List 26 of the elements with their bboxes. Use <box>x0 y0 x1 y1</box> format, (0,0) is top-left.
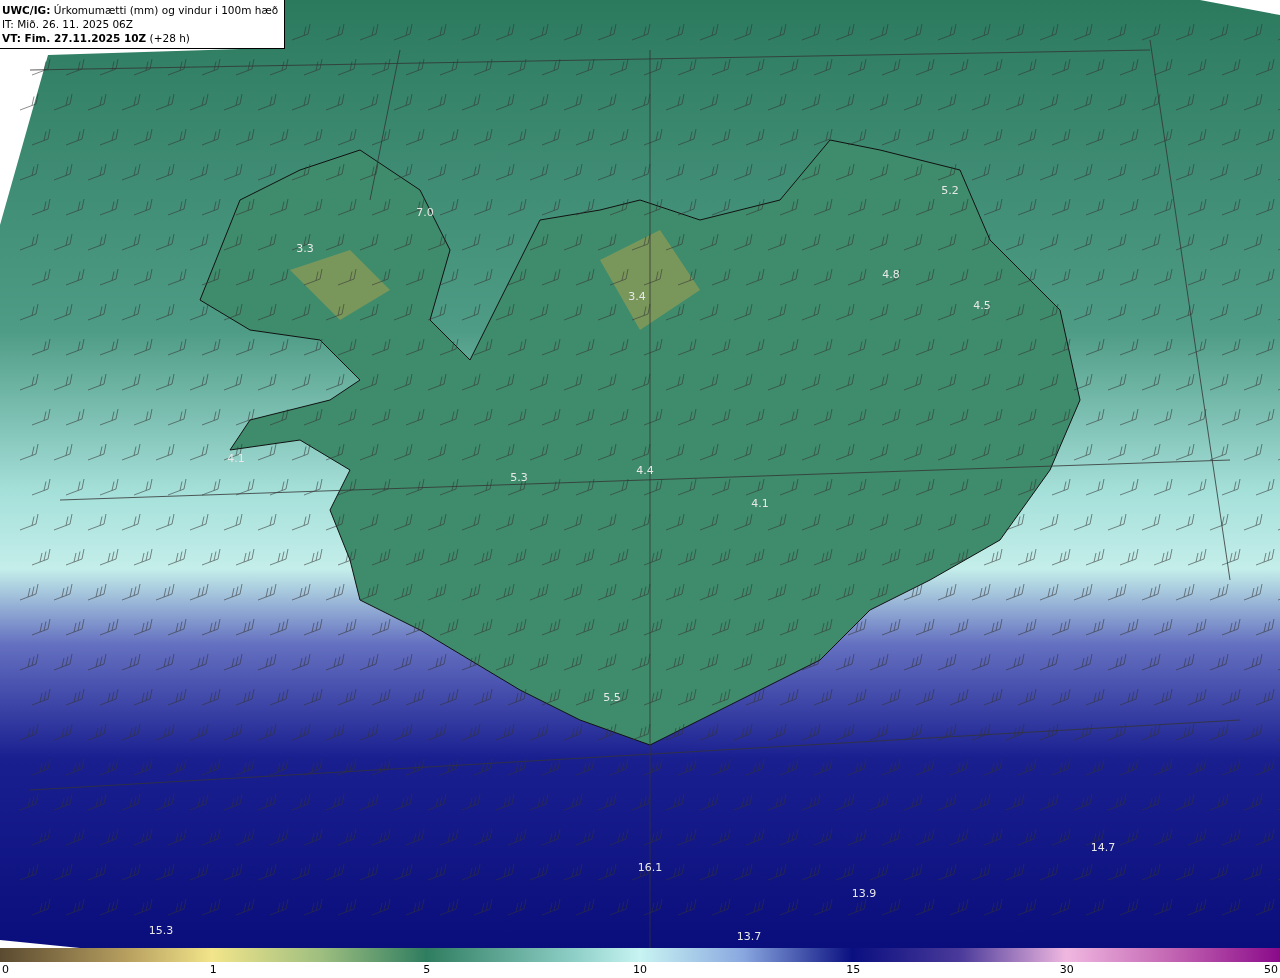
valid-time: VT: Fim. 27.11.2025 10Z (+28 h) <box>2 32 191 45</box>
map-value: 16.1 <box>637 860 663 874</box>
map-value: 3.3 <box>296 241 314 255</box>
scale-tick-label: 0 <box>2 963 9 976</box>
map-value: 4.1 <box>227 451 245 465</box>
map-value: 4.5 <box>973 298 991 312</box>
map-value: 5.2 <box>941 183 959 197</box>
map-value: 4.8 <box>882 267 900 281</box>
map-value: 4.4 <box>636 463 654 477</box>
map-value: 14.7 <box>1090 840 1116 854</box>
map-value: 5.3 <box>510 470 528 484</box>
scale-tick-label: 10 <box>633 963 647 976</box>
scale-tick-label: 50 <box>1264 963 1278 976</box>
scale-tick-label: 15 <box>846 963 861 976</box>
map-value: 3.4 <box>628 289 646 303</box>
map-value: 13.7 <box>736 929 762 943</box>
init-time: IT: Mið. 26. 11. 2025 06Z <box>2 18 134 31</box>
map-value: 4.1 <box>751 496 769 510</box>
map-value: 13.9 <box>851 886 877 900</box>
map-value: 7.0 <box>416 205 434 219</box>
map-value: 15.3 <box>148 923 174 937</box>
scale-tick-label: 1 <box>209 963 217 976</box>
map-title: UWC/IG: Úrkomumætti (mm) og vindur i 100m hæð <box>2 4 279 17</box>
map-value: 5.5 <box>603 690 621 704</box>
scale-tick-label: 30 <box>1059 963 1074 976</box>
scale-tick-label: 5 <box>423 963 431 976</box>
